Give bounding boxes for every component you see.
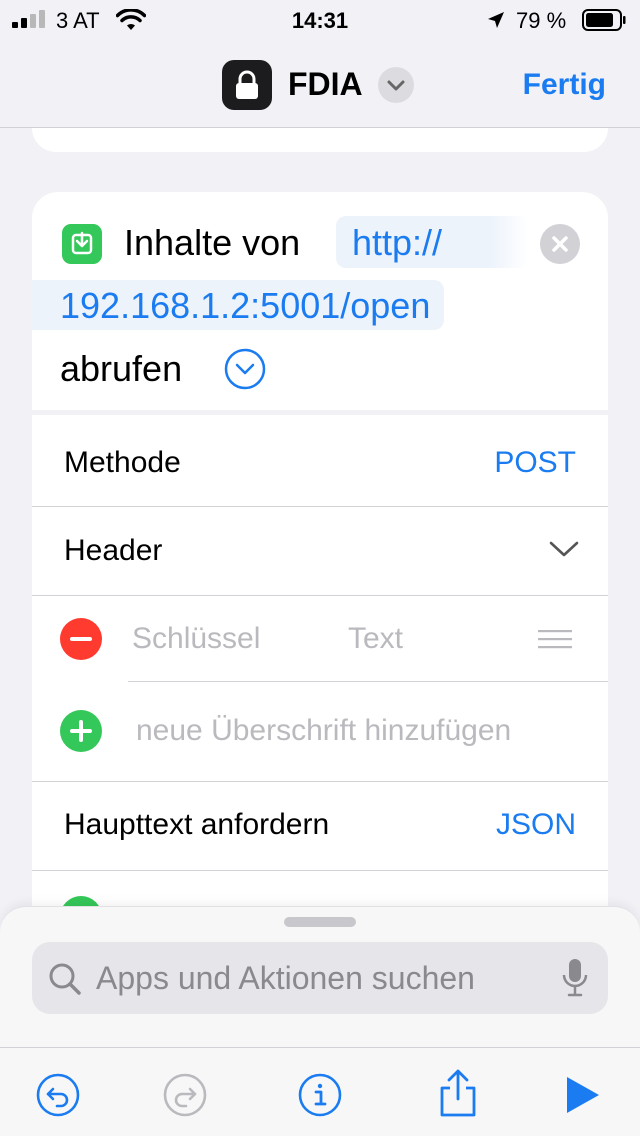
url-text-part1: http:// [352, 222, 443, 263]
location-arrow-icon [488, 12, 504, 28]
url-token-continued[interactable]: 192.168.1.2:5001/open [32, 280, 445, 330]
microphone-icon[interactable] [562, 958, 588, 998]
clear-url-button[interactable] [540, 224, 580, 264]
done-button[interactable]: Fertig [523, 68, 606, 102]
header-label[interactable]: Header [64, 534, 162, 568]
action-label-tail: abrufen [60, 348, 183, 389]
search-field[interactable]: Apps und Aktionen suchen [32, 942, 608, 1014]
add-header-label[interactable]: neue Überschrift hinzufügen [136, 714, 511, 748]
close-icon [552, 236, 568, 252]
redo-icon[interactable] [162, 1072, 208, 1118]
add-header-button[interactable] [60, 710, 102, 752]
search-icon [49, 963, 81, 995]
expand-chevron-icon[interactable] [224, 348, 266, 390]
download-icon [62, 224, 102, 264]
remove-header-button[interactable] [60, 618, 102, 660]
request-body-value[interactable]: JSON [496, 808, 576, 842]
action-search-sheet: Apps und Aktionen suchen [0, 906, 640, 1136]
divider [32, 595, 608, 596]
divider [32, 781, 608, 782]
shortcut-title[interactable]: FDIA [288, 66, 363, 103]
sheet-grabber[interactable] [284, 917, 356, 927]
divider [32, 870, 608, 871]
chevron-down-icon[interactable] [548, 539, 580, 559]
share-icon[interactable] [434, 1067, 482, 1119]
undo-icon[interactable] [35, 1072, 81, 1118]
search-placeholder: Apps und Aktionen suchen [96, 960, 475, 996]
toolbar-divider [0, 1047, 640, 1048]
info-icon[interactable] [297, 1072, 343, 1118]
url-text-part2: 192.168.1.2:5001/open [60, 285, 431, 326]
previous-action-card [32, 128, 608, 152]
header-value-field[interactable]: Text [348, 622, 403, 656]
chevron-down-icon [387, 80, 405, 91]
method-value[interactable]: POST [494, 446, 576, 480]
divider [32, 506, 608, 507]
get-contents-action-card: Inhalte von http:// 192.168.1.2:5001/ope… [32, 192, 608, 912]
action-label: Inhalte von [124, 222, 301, 263]
status-bar: 3 AT 14:31 79 % [0, 0, 640, 40]
divider [128, 681, 608, 682]
battery-percent: 79 % [516, 8, 567, 33]
battery-icon [582, 9, 626, 31]
method-label: Methode [64, 446, 181, 479]
reorder-handle-icon[interactable] [538, 628, 572, 650]
play-icon[interactable] [559, 1072, 605, 1118]
header-key-field[interactable]: Schlüssel [132, 622, 260, 656]
divider [32, 410, 608, 415]
url-token[interactable]: http:// [336, 216, 528, 268]
request-body-label: Haupttext anfordern [64, 808, 330, 841]
navigation-bar: FDIA Fertig [0, 40, 640, 128]
shortcut-lock-icon[interactable] [222, 60, 272, 110]
title-menu-button[interactable] [378, 67, 414, 103]
